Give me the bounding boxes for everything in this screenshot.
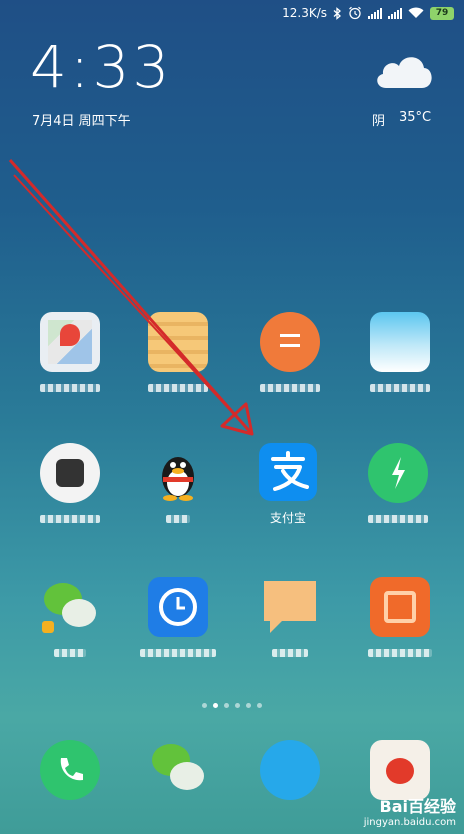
annotation-arrow: [8, 159, 254, 436]
baidu-watermark: Bai百经验 jingyan.baidu.com: [364, 793, 456, 828]
watermark-url: jingyan.baidu.com: [363, 817, 456, 828]
watermark-brand: Bai百经验: [379, 797, 456, 816]
